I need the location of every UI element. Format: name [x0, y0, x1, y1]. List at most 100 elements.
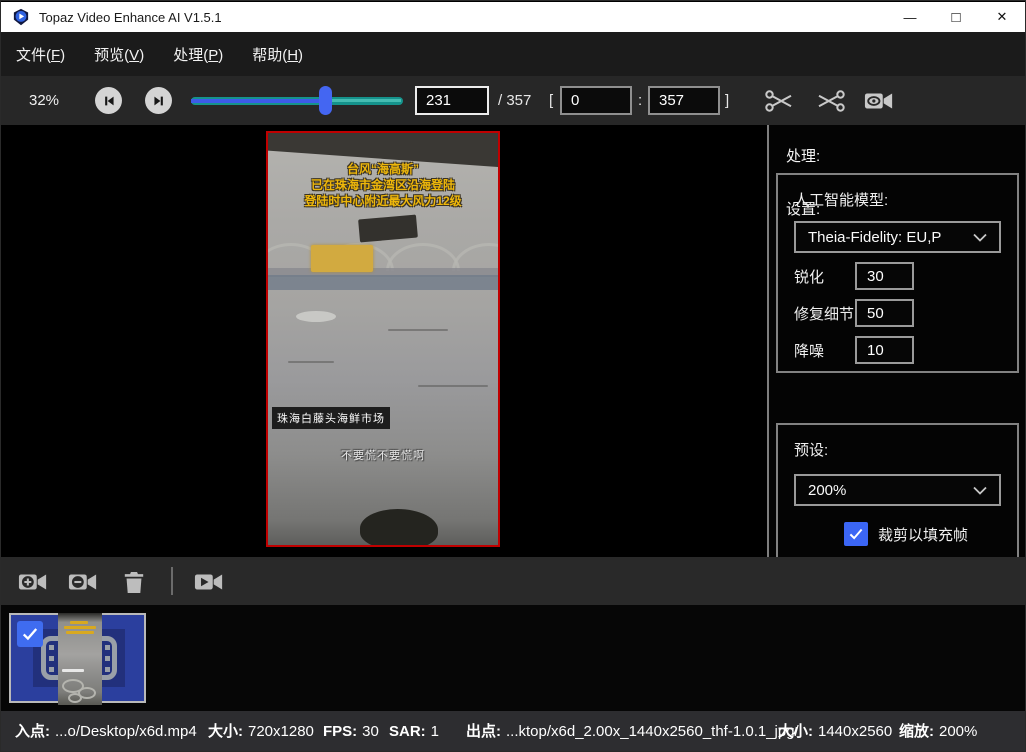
menu-preview-pre: 预览( — [94, 47, 129, 64]
video-caption: 台风“海高斯” 已在珠海市金湾区沿海登陆 登陆时中心附近最大风力12级 — [268, 161, 498, 209]
status-bar: 入点:...o/Desktop/x6d.mp4 大小:720x1280 FPS:… — [1, 711, 1025, 752]
camera-eye-icon — [862, 86, 896, 116]
sharpen-input[interactable] — [855, 262, 914, 290]
ai-model-value: Theia-Fidelity: EU,P — [808, 229, 941, 246]
sharpen-label: 锐化 — [794, 266, 855, 287]
minimize-button[interactable]: — — [887, 2, 933, 32]
menu-help[interactable]: 帮助(H) — [238, 38, 317, 71]
frame-slider[interactable] — [191, 76, 403, 125]
delete-clip-button[interactable] — [118, 566, 150, 598]
thumbnail-strip — [1, 605, 1025, 711]
status-output-path: 出点:...ktop/x6d_2.00x_1440x2560_thf-1.0.1… — [466, 711, 799, 752]
menu-process-post: ) — [218, 47, 223, 64]
trim-start-button[interactable] — [763, 84, 797, 118]
restore-detail-input[interactable] — [855, 299, 914, 327]
status-input-size: 大小:720x1280 — [208, 711, 314, 752]
ai-model-label: 人工智能模型: — [794, 189, 1001, 210]
current-frame-input[interactable] — [415, 86, 489, 115]
menu-help-post: ) — [298, 47, 303, 64]
range-end-input[interactable] — [648, 86, 720, 115]
video-location-tag: 珠海白藤头海鲜市场 — [272, 407, 390, 429]
playback-toolbar: 32% / 357 [ : ] — [1, 76, 1025, 125]
thumbnail-checkbox[interactable] — [17, 621, 43, 647]
crop-to-fill-label: 裁剪以填充帧 — [878, 524, 968, 545]
status-fps: FPS:30 — [323, 711, 379, 752]
menu-file-pre: 文件( — [16, 47, 51, 64]
caption-line-3: 登陆时中心附近最大风力12级 — [268, 193, 498, 209]
skip-to-start-button[interactable] — [95, 87, 122, 114]
status-sar: SAR:1 — [389, 711, 439, 752]
skip-forward-icon — [152, 94, 166, 108]
range-separator: : — [638, 76, 642, 125]
video-flooded-car — [296, 311, 336, 322]
range-open-bracket: [ — [549, 76, 553, 125]
preset-value: 200% — [808, 482, 846, 499]
app-window: Topaz Video Enhance AI V1.5.1 — □ ✕ 文件(F… — [0, 0, 1026, 752]
denoise-row: 降噪 — [794, 336, 1001, 364]
slider-remaining — [331, 99, 401, 102]
video-dark-blob — [360, 509, 438, 547]
video-wall — [268, 275, 498, 290]
main-area: 台风“海高斯” 已在珠海市金湾区沿海登陆 登陆时中心附近最大风力12级 珠海白藤… — [1, 125, 1025, 557]
slider-thumb[interactable] — [319, 86, 332, 115]
status-scale: 缩放:200% — [899, 711, 977, 752]
zoom-level-label: 32% — [29, 76, 59, 125]
menu-process[interactable]: 处理(P) — [159, 38, 237, 71]
video-subtitle: 不要慌不要慌啊 — [268, 447, 498, 463]
scissors-right-icon — [813, 85, 847, 117]
caption-line-2: 已在珠海市金湾区沿海登陆 — [268, 177, 498, 193]
denoise-input[interactable] — [855, 336, 914, 364]
menu-file-post: ) — [60, 47, 65, 64]
menu-preview-key: V — [129, 47, 139, 64]
menu-process-pre: 处理( — [173, 47, 208, 64]
chevron-down-icon — [973, 486, 987, 495]
video-yellow-sign — [311, 245, 373, 272]
menu-file-key: F — [51, 47, 60, 64]
video-preview[interactable]: 台风“海高斯” 已在珠海市金湾区沿海登陆 登陆时中心附近最大风力12级 珠海白藤… — [266, 131, 500, 547]
menu-preview-post: ) — [139, 47, 144, 64]
clipbar-divider — [171, 567, 173, 595]
menu-file[interactable]: 文件(F) — [2, 38, 79, 71]
add-video-button[interactable] — [17, 566, 49, 598]
range-start-input[interactable] — [560, 86, 632, 115]
maximize-button[interactable]: □ — [933, 2, 979, 32]
check-icon — [20, 624, 40, 644]
processing-group: 人工智能模型: Theia-Fidelity: EU,P 锐化 修复细节 降噪 — [776, 173, 1019, 373]
slider-progress — [191, 99, 325, 103]
status-output-size: 大小:1440x2560 — [778, 711, 892, 752]
menu-help-pre: 帮助( — [252, 47, 287, 64]
preset-label: 预设: — [794, 439, 1001, 460]
preset-dropdown[interactable]: 200% — [794, 474, 1001, 506]
settings-panel: 处理: 人工智能模型: Theia-Fidelity: EU,P 锐化 修复细节 — [767, 125, 1025, 557]
range-close-bracket: ] — [725, 76, 729, 125]
check-icon — [847, 525, 865, 543]
camera-minus-icon — [67, 567, 99, 597]
processing-heading: 处理: — [786, 145, 1025, 166]
clip-toolbar — [1, 557, 1025, 605]
skip-to-end-button[interactable] — [145, 87, 172, 114]
menu-process-key: P — [208, 47, 218, 64]
app-logo-icon — [12, 8, 30, 26]
remove-video-button[interactable] — [67, 566, 99, 598]
settings-group: 预设: 200% 裁剪以填充帧 — [776, 423, 1019, 557]
denoise-label: 降噪 — [794, 340, 855, 361]
trash-icon — [120, 567, 148, 597]
total-frames-label: / 357 — [498, 76, 531, 125]
restore-detail-row: 修复细节 — [794, 299, 1001, 327]
video-thumbnail-tile[interactable] — [9, 613, 146, 703]
crop-to-fill-checkbox[interactable] — [844, 522, 868, 546]
menu-bar: 文件(F) 预览(V) 处理(P) 帮助(H) — [1, 32, 1025, 76]
trim-end-button[interactable] — [813, 84, 847, 118]
menu-preview[interactable]: 预览(V) — [80, 38, 158, 71]
close-button[interactable]: ✕ — [979, 2, 1025, 32]
scissors-left-icon — [763, 85, 797, 117]
preview-button[interactable] — [862, 84, 896, 118]
restore-detail-label: 修复细节 — [794, 303, 855, 324]
status-input-path: 入点:...o/Desktop/x6d.mp4 — [15, 711, 197, 752]
camera-play-icon — [193, 567, 225, 597]
process-video-button[interactable] — [193, 566, 225, 598]
chevron-down-icon — [973, 233, 987, 242]
sharpen-row: 锐化 — [794, 262, 1001, 290]
title-bar: Topaz Video Enhance AI V1.5.1 — □ ✕ — [1, 1, 1025, 32]
ai-model-dropdown[interactable]: Theia-Fidelity: EU,P — [794, 221, 1001, 253]
